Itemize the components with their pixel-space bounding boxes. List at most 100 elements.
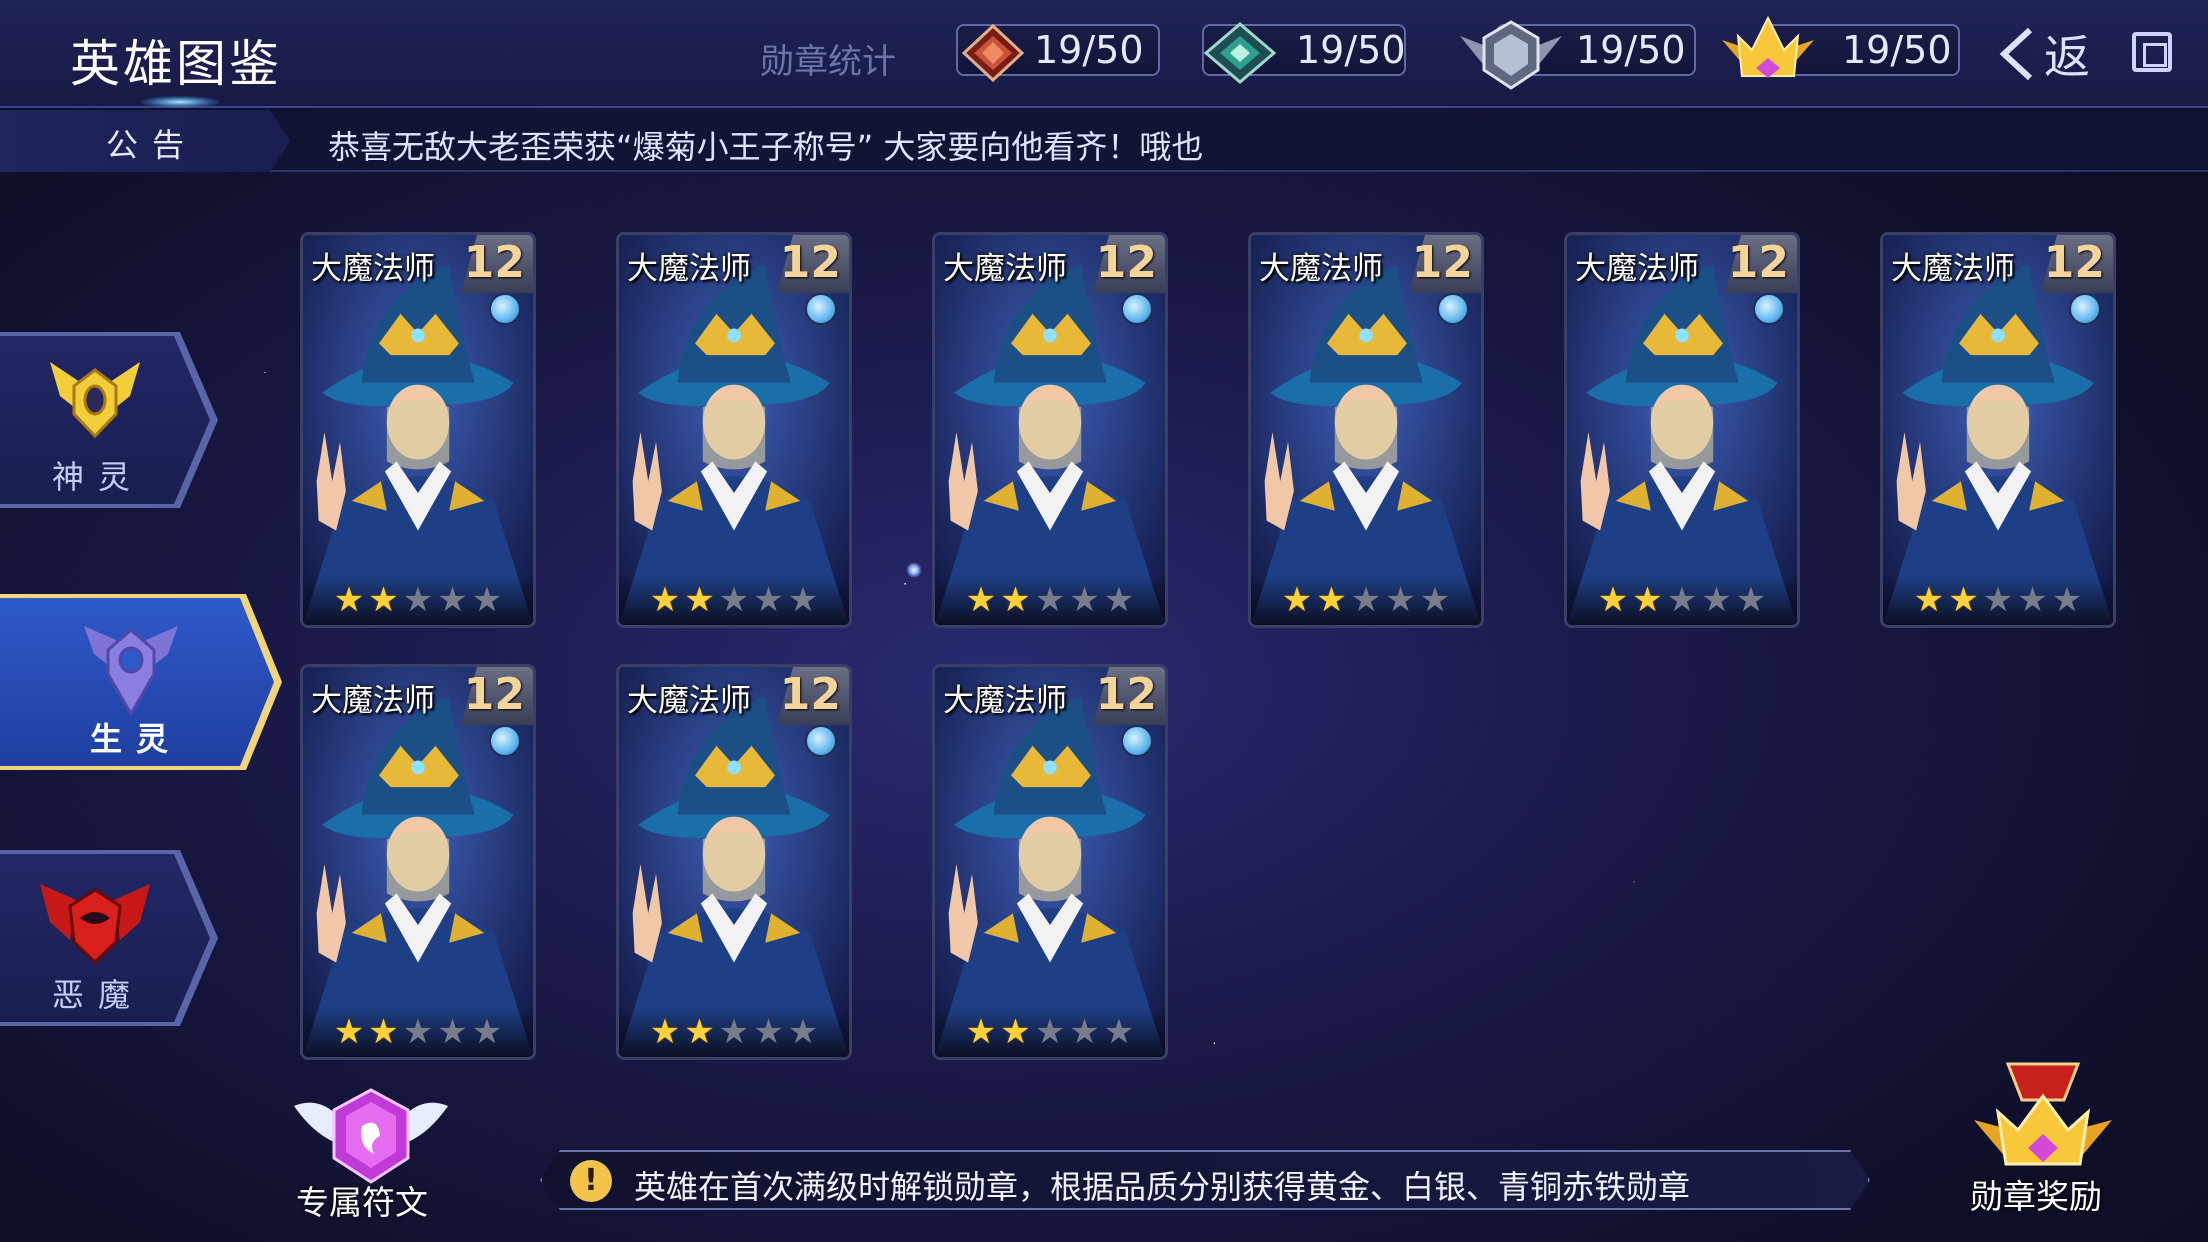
hero-level: 12 xyxy=(1095,669,1157,720)
hero-name: 大魔法师 xyxy=(627,251,751,287)
god-emblem-icon xyxy=(50,362,140,439)
element-orb-icon xyxy=(1121,293,1153,325)
gold-medal-icon xyxy=(1722,15,1814,78)
hero-card[interactable]: 12 大魔法师 ★ ★ ★ ★ ★ xyxy=(1880,232,2116,628)
hero-name: 大魔法师 xyxy=(943,683,1067,719)
page-title: 英雄图鉴 xyxy=(70,35,282,93)
star-filled-icon: ★ xyxy=(368,580,399,620)
star-filled-icon: ★ xyxy=(649,580,681,620)
announcement-tag: 公告 xyxy=(0,110,290,172)
exclamation-icon: ! xyxy=(570,1160,612,1202)
star-rating: ★ ★ ★ ★ ★ xyxy=(619,1007,849,1057)
hero-card[interactable]: 12 大魔法师 ★ ★ ★ ★ ★ xyxy=(1248,232,1484,628)
medal-stat-gold: 19/50 xyxy=(1718,15,1964,78)
creature-emblem-icon xyxy=(84,626,178,718)
hero-card[interactable]: 12 大魔法师 ★ ★ ★ ★ ★ xyxy=(616,664,852,1060)
star-filled-icon: ★ xyxy=(333,1012,365,1052)
element-orb-icon xyxy=(1753,293,1785,325)
star-empty-icon: ★ xyxy=(2017,580,2048,620)
star-sparkle xyxy=(906,562,922,578)
star-empty-icon: ★ xyxy=(787,580,819,620)
star-rating: ★ ★ ★ ★ ★ xyxy=(1567,575,1797,625)
star-filled-icon: ★ xyxy=(1281,580,1313,620)
star-empty-icon: ★ xyxy=(1735,580,1767,620)
star-filled-icon: ★ xyxy=(1913,580,1945,620)
tab-inner: 恶魔 xyxy=(0,854,210,1022)
tab-label: 恶魔 xyxy=(52,976,145,1014)
star-empty-icon: ★ xyxy=(2051,580,2083,620)
star-filled-icon: ★ xyxy=(368,1012,399,1052)
hero-card[interactable]: 12 大魔法师 ★ ★ ★ ★ ★ xyxy=(300,664,536,1060)
hero-level: 12 xyxy=(463,669,525,720)
star-empty-icon: ★ xyxy=(718,580,750,620)
star-empty-icon: ★ xyxy=(1385,580,1416,620)
star-empty-icon: ★ xyxy=(1069,1012,1100,1052)
iron-medal-icon xyxy=(961,24,1025,82)
star-filled-icon: ★ xyxy=(1948,580,1979,620)
announcement-text: 恭喜无敌大老歪荣获“爆菊小王子称号” 大家要向他看齐！哦也 xyxy=(328,128,1204,166)
star-empty-icon: ★ xyxy=(753,1012,784,1052)
tab-demon[interactable]: 恶魔 xyxy=(0,850,218,1026)
tab-label: 生灵 xyxy=(90,720,183,758)
announcement-bar: 公告 恭喜无敌大老歪荣获“爆菊小王子称号” 大家要向他看齐！哦也 xyxy=(0,110,2208,172)
star-empty-icon: ★ xyxy=(1034,580,1066,620)
star-filled-icon: ★ xyxy=(1632,580,1663,620)
tab-god[interactable]: 神灵 xyxy=(0,332,218,508)
star-rating: ★ ★ ★ ★ ★ xyxy=(935,1007,1165,1057)
exclusive-rune-button[interactable]: 专属符文 xyxy=(282,1086,462,1226)
medal-reward-icon xyxy=(1974,1062,2112,1166)
star-empty-icon: ★ xyxy=(1103,1012,1135,1052)
star-filled-icon: ★ xyxy=(965,1012,997,1052)
element-orb-icon xyxy=(1437,293,1469,325)
medal-reward-button[interactable]: 勋章奖励 xyxy=(1960,1060,2130,1230)
chevron-left-icon xyxy=(1999,27,2033,81)
star-empty-icon: ★ xyxy=(402,1012,434,1052)
element-orb-icon xyxy=(1121,725,1153,757)
star-empty-icon: ★ xyxy=(1069,580,1100,620)
hero-card[interactable]: 12 大魔法师 ★ ★ ★ ★ ★ xyxy=(932,664,1168,1060)
element-orb-icon xyxy=(2069,293,2101,325)
star-rating: ★ ★ ★ ★ ★ xyxy=(619,575,849,625)
star-empty-icon: ★ xyxy=(1666,580,1698,620)
hero-name: 大魔法师 xyxy=(311,683,435,719)
element-orb-icon xyxy=(805,725,837,757)
hero-card[interactable]: 12 大魔法师 ★ ★ ★ ★ ★ xyxy=(300,232,536,628)
hero-name: 大魔法师 xyxy=(311,251,435,287)
star-empty-icon: ★ xyxy=(718,1012,750,1052)
hero-level: 12 xyxy=(2043,237,2105,288)
star-empty-icon: ★ xyxy=(1982,580,2014,620)
hero-level: 12 xyxy=(463,237,525,288)
tip-text: 英雄在首次满级时解锁勋章，根据品质分别获得黄金、白银、青铜赤铁勋章 xyxy=(634,1168,1691,1206)
star-rating: ★ ★ ★ ★ ★ xyxy=(935,575,1165,625)
star-rating: ★ ★ ★ ★ ★ xyxy=(1251,575,1481,625)
hero-level: 12 xyxy=(1095,237,1157,288)
star-empty-icon: ★ xyxy=(1034,1012,1066,1052)
star-filled-icon: ★ xyxy=(649,1012,681,1052)
hero-card[interactable]: 12 大魔法师 ★ ★ ★ ★ ★ xyxy=(932,232,1168,628)
home-icon[interactable] xyxy=(2132,32,2172,72)
tab-inner: 神灵 xyxy=(0,336,210,504)
star-rating: ★ ★ ★ ★ ★ xyxy=(303,1007,533,1057)
medal-stat-bronze: 19/50 xyxy=(1192,22,1408,84)
hero-card[interactable]: 12 大魔法师 ★ ★ ★ ★ ★ xyxy=(1564,232,1800,628)
star-empty-icon: ★ xyxy=(437,1012,468,1052)
hero-level: 12 xyxy=(1411,237,1473,288)
star-filled-icon: ★ xyxy=(1316,580,1347,620)
medal-count: 19/50 xyxy=(1842,28,1952,72)
hero-name: 大魔法师 xyxy=(1259,251,1383,287)
back-button[interactable]: 返 xyxy=(1996,24,2090,84)
medal-stat-iron: 19/50 xyxy=(946,22,1162,82)
tab-label: 神灵 xyxy=(52,458,145,496)
hero-card[interactable]: 12 大魔法师 ★ ★ ★ ★ ★ xyxy=(616,232,852,628)
demon-emblem-icon xyxy=(40,884,150,965)
tab-creature[interactable]: 生灵 xyxy=(0,594,282,770)
title-glow xyxy=(140,96,220,108)
reward-label: 勋章奖励 xyxy=(1970,1177,2102,1216)
star-filled-icon: ★ xyxy=(1597,580,1629,620)
tab-inner: 生灵 xyxy=(0,598,274,766)
bronze-medal-icon xyxy=(1203,22,1277,84)
star-empty-icon: ★ xyxy=(1419,580,1451,620)
hero-name: 大魔法师 xyxy=(627,683,751,719)
element-orb-icon xyxy=(489,293,521,325)
hero-level: 12 xyxy=(779,669,841,720)
